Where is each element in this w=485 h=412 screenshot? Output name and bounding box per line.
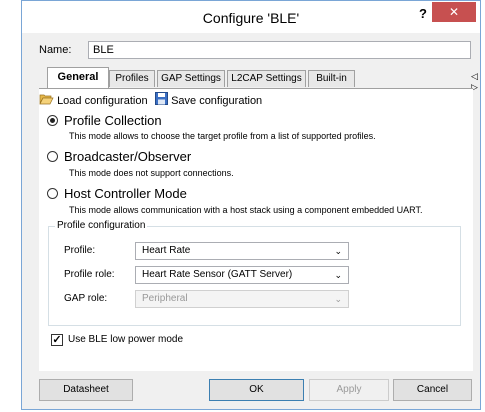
gap-role-select: Peripheral ⌄ bbox=[135, 290, 349, 308]
low-power-checkbox[interactable]: ✓ bbox=[51, 334, 63, 346]
load-configuration-button[interactable]: Load configuration bbox=[39, 92, 148, 108]
profile-collection-title: Profile Collection bbox=[64, 113, 162, 128]
gap-role-label: GAP role: bbox=[64, 293, 108, 304]
host-controller-mode-description: This mode allows communication with a ho… bbox=[69, 205, 423, 215]
save-configuration-label: Save configuration bbox=[171, 94, 263, 107]
help-button[interactable]: ? bbox=[414, 5, 432, 23]
dialog-title: Configure 'BLE' bbox=[202, 10, 300, 26]
radio-host-controller-mode[interactable] bbox=[47, 188, 58, 199]
profile-role-value: Heart Rate Sensor (GATT Server) bbox=[142, 269, 293, 280]
profile-role-select[interactable]: Heart Rate Sensor (GATT Server) ⌄ bbox=[135, 266, 349, 284]
host-controller-mode-title: Host Controller Mode bbox=[64, 186, 187, 201]
profile-role-label: Profile role: bbox=[64, 269, 115, 280]
save-icon bbox=[155, 92, 168, 110]
general-panel: Load configuration Save configuration Pr… bbox=[39, 88, 473, 371]
chevron-down-icon: ⌄ bbox=[334, 246, 342, 256]
profile-select[interactable]: Heart Rate ⌄ bbox=[135, 242, 349, 260]
profile-configuration-group: Profile configuration Profile: Heart Rat… bbox=[48, 220, 461, 326]
chevron-down-icon: ⌄ bbox=[334, 294, 342, 304]
profile-configuration-legend: Profile configuration bbox=[55, 220, 148, 231]
apply-button: Apply bbox=[309, 379, 389, 401]
profile-label: Profile: bbox=[64, 245, 96, 256]
name-label: Name: bbox=[39, 44, 72, 56]
tab-profiles[interactable]: Profiles bbox=[109, 70, 155, 87]
radio-profile-collection[interactable] bbox=[47, 115, 58, 126]
tab-l2cap-settings[interactable]: L2CAP Settings bbox=[227, 70, 306, 87]
save-configuration-button[interactable]: Save configuration bbox=[155, 92, 262, 108]
chevron-down-icon: ⌄ bbox=[334, 270, 342, 280]
tab-strip: General Profiles GAP Settings L2CAP Sett… bbox=[39, 67, 479, 92]
tab-built-in[interactable]: Built-in bbox=[308, 70, 355, 87]
low-power-label: Use BLE low power mode bbox=[68, 334, 184, 345]
title-bar: Configure 'BLE' ? ✕ bbox=[22, 1, 480, 33]
broadcaster-observer-description: This mode does not support connections. bbox=[69, 168, 234, 178]
ok-button[interactable]: OK bbox=[209, 379, 304, 401]
tab-gap-settings[interactable]: GAP Settings bbox=[157, 70, 225, 87]
profile-collection-description: This mode allows to choose the target pr… bbox=[69, 131, 376, 141]
datasheet-button[interactable]: Datasheet bbox=[39, 379, 133, 401]
profile-value: Heart Rate bbox=[142, 245, 191, 256]
close-button[interactable]: ✕ bbox=[432, 2, 476, 22]
tab-general[interactable]: General bbox=[47, 67, 109, 88]
folder-open-icon bbox=[39, 92, 54, 110]
radio-broadcaster-observer[interactable] bbox=[47, 151, 58, 162]
broadcaster-observer-title: Broadcaster/Observer bbox=[64, 149, 192, 164]
name-input[interactable] bbox=[88, 41, 471, 59]
load-configuration-label: Load configuration bbox=[57, 94, 148, 107]
configure-dialog: Configure 'BLE' ? ✕ Name: General Profil… bbox=[21, 0, 481, 410]
cancel-button[interactable]: Cancel bbox=[393, 379, 472, 401]
gap-role-value: Peripheral bbox=[142, 293, 188, 304]
